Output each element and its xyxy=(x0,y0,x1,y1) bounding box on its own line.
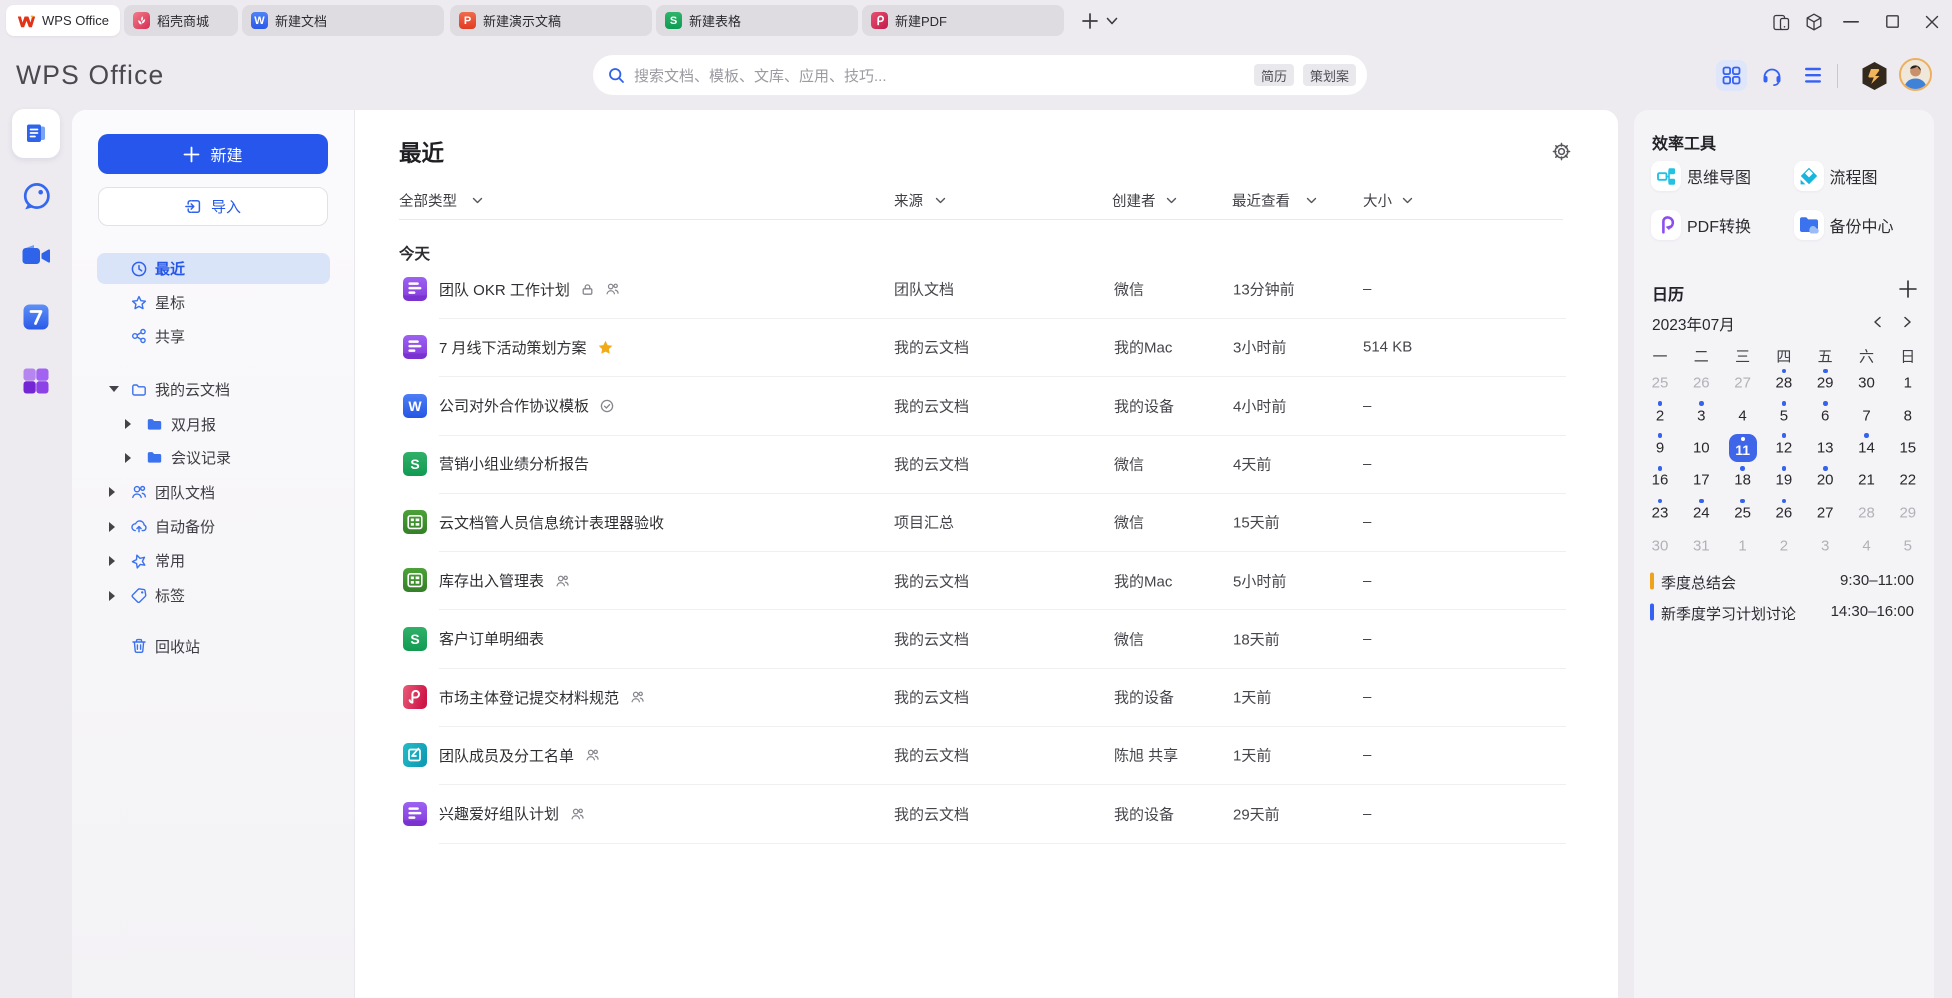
svg-text:S: S xyxy=(410,631,419,647)
svg-text:W: W xyxy=(408,398,422,414)
svg-text:S: S xyxy=(410,456,419,472)
